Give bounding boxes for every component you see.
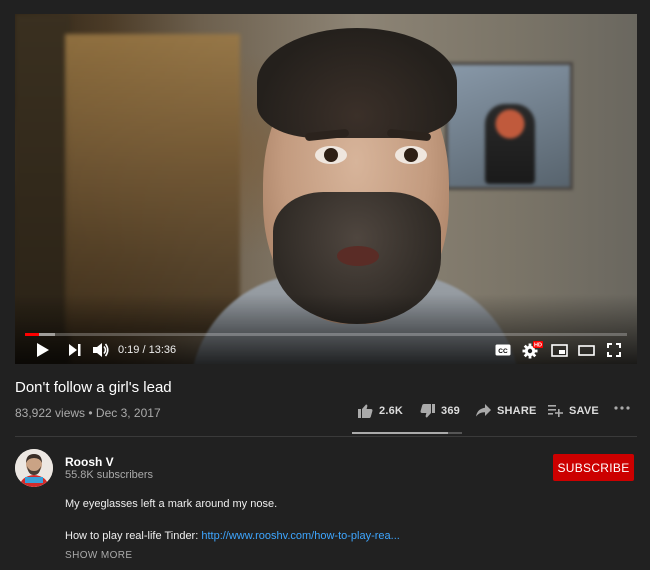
miniplayer-icon bbox=[550, 343, 568, 357]
avatar-image bbox=[15, 449, 53, 487]
video-title: Don't follow a girl's lead bbox=[15, 379, 172, 396]
save-label: SAVE bbox=[569, 404, 599, 417]
sentiment-like-fill bbox=[352, 432, 449, 434]
theater-button[interactable] bbox=[576, 340, 596, 360]
like-count: 2.6K bbox=[379, 405, 404, 417]
video-player[interactable]: 0:19 / 13:36 CC HD bbox=[15, 14, 637, 364]
fullscreen-icon bbox=[607, 343, 621, 357]
progress-bar[interactable] bbox=[25, 333, 627, 336]
play-button[interactable] bbox=[33, 340, 53, 360]
show-more-button[interactable]: SHOW MORE bbox=[65, 550, 133, 561]
settings-button[interactable]: HD bbox=[521, 340, 543, 360]
dislike-count: 369 bbox=[441, 405, 460, 417]
dislike-button[interactable]: 369 bbox=[420, 404, 460, 418]
thumbs-down-icon bbox=[420, 404, 435, 418]
captions-button[interactable]: CC bbox=[493, 340, 513, 360]
progress-played bbox=[25, 333, 39, 336]
play-icon bbox=[37, 343, 49, 357]
add-to-playlist-icon bbox=[548, 405, 563, 417]
divider bbox=[15, 436, 637, 437]
fullscreen-button[interactable] bbox=[604, 340, 624, 360]
action-bar: 2.6K 369 SHARE SAVE bbox=[0, 404, 650, 424]
share-button[interactable]: SHARE bbox=[476, 404, 537, 417]
description-line-1: My eyeglasses left a mark around my nose… bbox=[65, 498, 278, 510]
channel-name[interactable]: Roosh V bbox=[65, 455, 114, 469]
save-button[interactable]: SAVE bbox=[548, 404, 599, 417]
description-link[interactable]: http://www.rooshv.com/how-to-play-rea... bbox=[201, 530, 399, 542]
subscribe-button[interactable]: SUBSCRIBE bbox=[553, 454, 634, 481]
svg-text:CC: CC bbox=[498, 348, 508, 355]
captions-icon: CC bbox=[495, 344, 511, 356]
share-label: SHARE bbox=[497, 404, 537, 417]
share-icon bbox=[476, 404, 491, 417]
next-icon bbox=[69, 344, 81, 356]
more-horizontal-icon bbox=[614, 406, 630, 410]
like-button[interactable]: 2.6K bbox=[358, 404, 403, 418]
thumbs-up-icon bbox=[358, 404, 373, 418]
volume-icon bbox=[93, 343, 109, 357]
volume-button[interactable] bbox=[91, 340, 111, 360]
more-actions-button[interactable] bbox=[614, 406, 630, 410]
next-button[interactable] bbox=[65, 340, 85, 360]
time-display: 0:19 / 13:36 bbox=[118, 344, 177, 356]
subscriber-count: 55.8K subscribers bbox=[65, 469, 154, 481]
sentiment-bar bbox=[352, 432, 462, 434]
theater-icon bbox=[577, 344, 595, 356]
channel-avatar[interactable] bbox=[15, 449, 53, 487]
svg-text:HD: HD bbox=[534, 343, 542, 349]
description-link-prefix: How to play real-life Tinder: bbox=[65, 530, 202, 542]
miniplayer-button[interactable] bbox=[549, 340, 569, 360]
description-line-2: How to play real-life Tinder: http://www… bbox=[65, 530, 400, 542]
gear-icon: HD bbox=[522, 341, 543, 359]
